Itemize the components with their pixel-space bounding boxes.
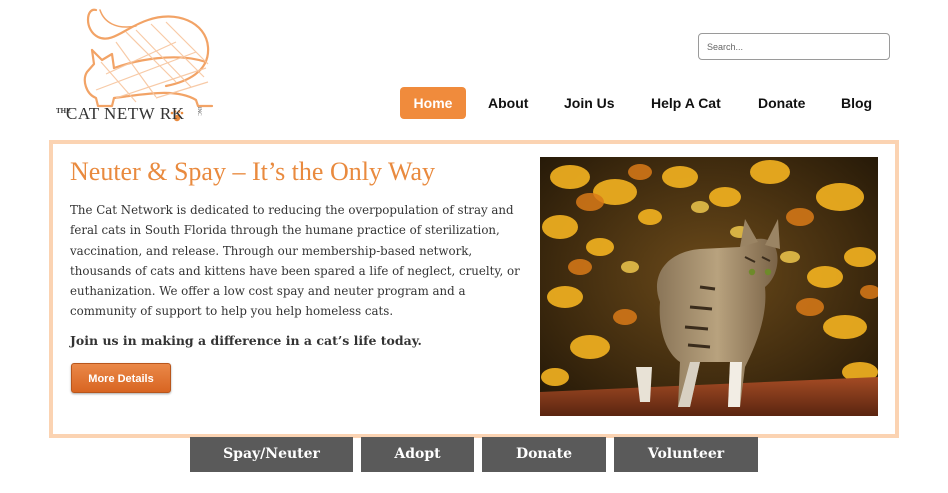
adopt-button[interactable]: Adopt <box>361 437 474 472</box>
logo-inc: INC <box>196 107 201 116</box>
volunteer-button[interactable]: Volunteer <box>614 437 758 472</box>
search-input[interactable] <box>698 33 890 60</box>
hero-call-to-action: Join us in making a difference in a cat’… <box>70 333 422 348</box>
more-details-button[interactable]: More Details <box>71 363 171 393</box>
spay-neuter-button[interactable]: Spay/Neuter <box>190 437 353 472</box>
nav-about[interactable]: About <box>488 87 528 119</box>
donate-button[interactable]: Donate <box>482 437 606 472</box>
nav-donate[interactable]: Donate <box>758 87 805 119</box>
hero-body: The Cat Network is dedicated to reducing… <box>70 203 520 319</box>
nav-help-a-cat[interactable]: Help A Cat <box>651 87 721 119</box>
hero-title: Neuter & Spay – It’s the Only Way <box>70 157 435 186</box>
nav-home[interactable]: Home <box>400 87 466 119</box>
tabby-cat-photo <box>540 157 878 416</box>
nav-join-us[interactable]: Join Us <box>564 87 615 119</box>
logo-name: CAT NETW RK <box>66 104 185 123</box>
nav-blog[interactable]: Blog <box>841 87 872 119</box>
